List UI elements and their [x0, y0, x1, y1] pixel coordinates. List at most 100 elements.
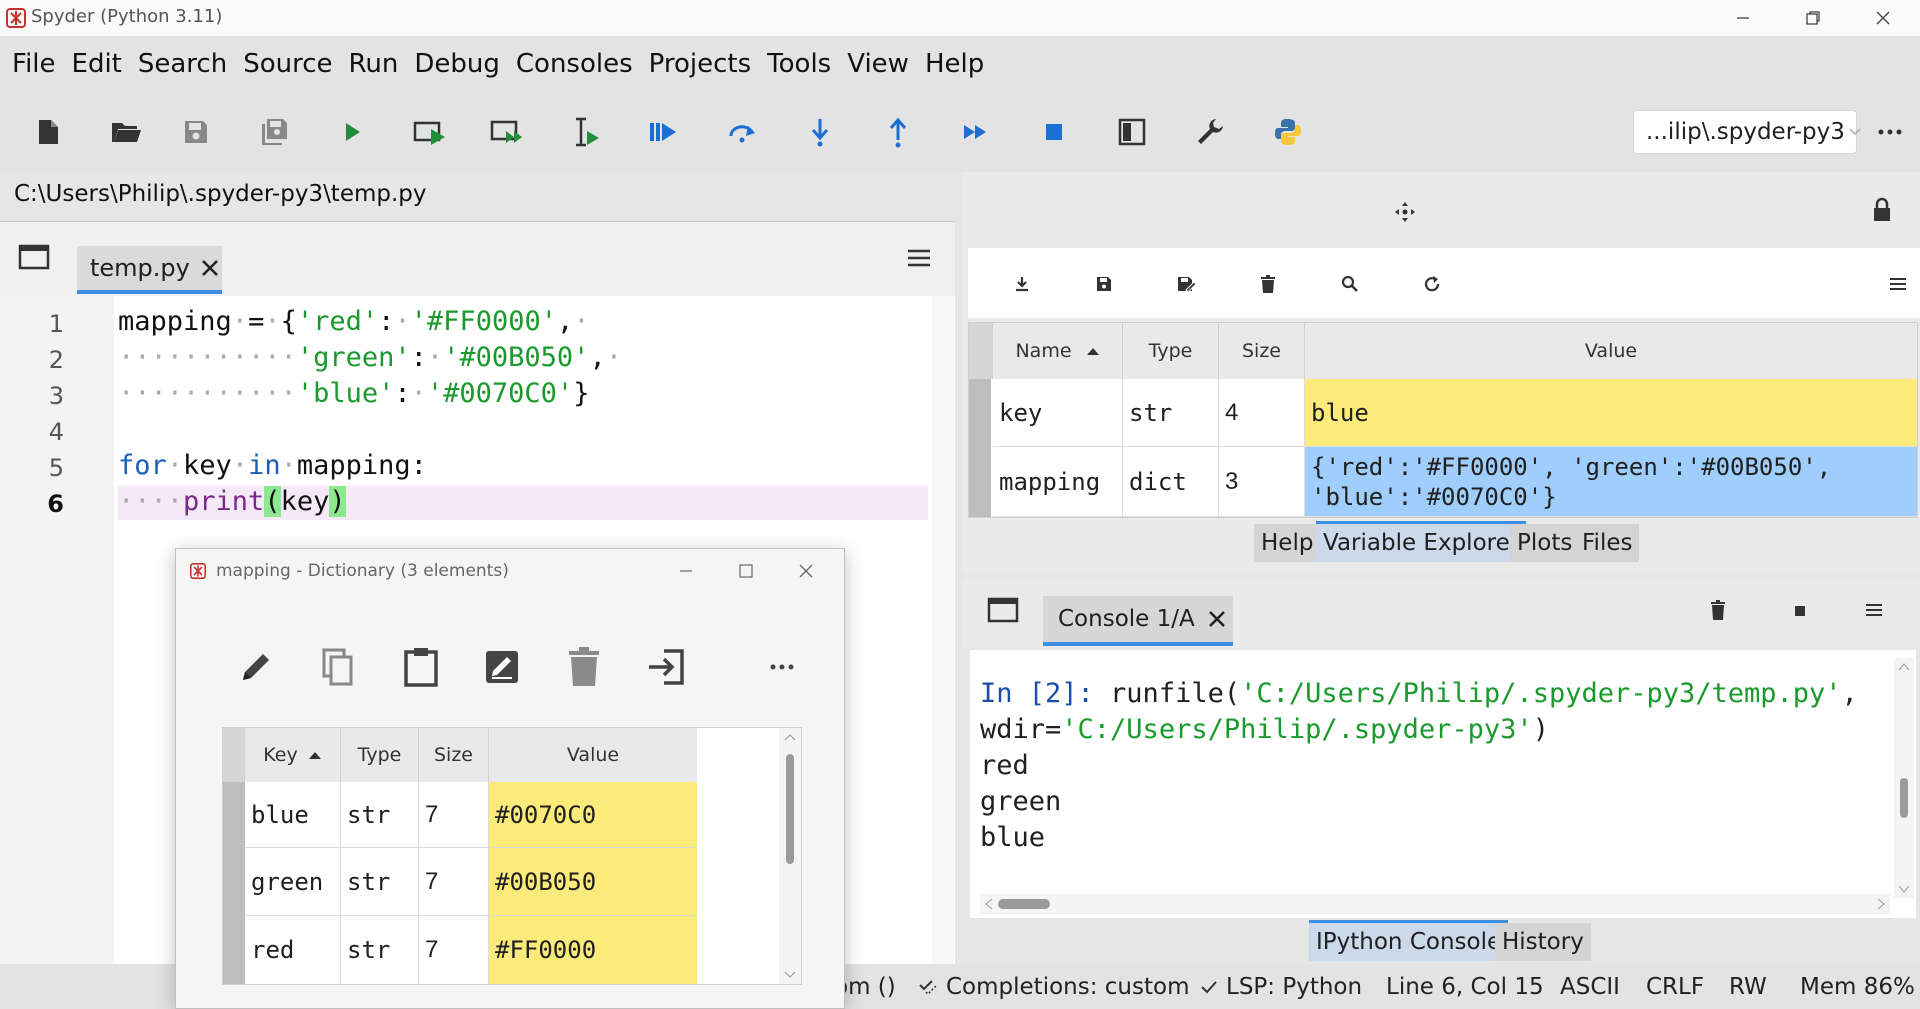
browse-tabs-button[interactable] [18, 244, 50, 270]
save-all-button[interactable] [244, 102, 304, 162]
tab-ipython-console[interactable]: IPython Console [1309, 920, 1509, 961]
save-data-button[interactable] [1086, 266, 1122, 302]
preferences-button[interactable] [1180, 102, 1240, 162]
dict-value[interactable]: #0070C0 [489, 782, 697, 848]
import-data-button[interactable] [1004, 266, 1040, 302]
interrupt-kernel-button[interactable] [1794, 605, 1806, 617]
menu-help[interactable]: Help [917, 49, 992, 79]
ipython-console[interactable]: In [2]: runfile('C:/Users/Philip/.spyder… [970, 650, 1916, 918]
row-selector[interactable] [223, 916, 245, 984]
menu-tools[interactable]: Tools [759, 49, 839, 79]
working-directory-combo[interactable]: ...ilip\.spyder-py3 [1633, 110, 1857, 154]
debug-file-button[interactable] [634, 102, 694, 162]
dict-key[interactable]: red [245, 916, 341, 984]
browse-console-tabs-button[interactable] [987, 597, 1019, 623]
dict-value[interactable]: #FF0000 [489, 916, 697, 984]
column-header-value[interactable]: Value [489, 728, 697, 782]
variable-value[interactable]: blue [1305, 379, 1917, 447]
tab-plots[interactable]: Plots [1510, 524, 1580, 562]
tab-files[interactable]: Files [1575, 524, 1640, 562]
tab-temp-py[interactable]: temp.py [77, 246, 222, 294]
lock-pane-button[interactable] [1871, 197, 1893, 223]
column-header-key[interactable]: Key [245, 728, 341, 782]
copy-button[interactable] [310, 639, 366, 695]
menu-edit[interactable]: Edit [64, 49, 130, 79]
row-selector[interactable] [223, 782, 245, 848]
dialog-close-button[interactable] [776, 549, 836, 593]
dialog-maximize-button[interactable] [716, 549, 776, 593]
run-file-button[interactable] [322, 102, 382, 162]
dialog-more-button[interactable] [754, 639, 810, 695]
paste-button[interactable] [393, 639, 449, 695]
minimize-button[interactable] [1708, 0, 1778, 36]
menu-run[interactable]: Run [341, 49, 407, 79]
column-header-size[interactable]: Size [1219, 323, 1305, 379]
variable-name[interactable]: mapping [993, 447, 1123, 517]
console-horizontal-scrollbar[interactable] [980, 894, 1890, 914]
menu-debug[interactable]: Debug [406, 49, 508, 79]
run-cell-button[interactable] [400, 102, 460, 162]
step-return-button[interactable] [868, 102, 928, 162]
column-header-type[interactable]: Type [1123, 323, 1219, 379]
column-header-value[interactable]: Value [1305, 323, 1917, 379]
toolbar-more-button[interactable] [1868, 114, 1912, 150]
close-tab-icon[interactable] [1207, 609, 1227, 629]
close-window-button[interactable] [1848, 0, 1918, 36]
menu-view[interactable]: View [839, 49, 917, 79]
remove-item-button[interactable] [556, 639, 612, 695]
dict-value[interactable]: #00B050 [489, 848, 697, 916]
stop-debug-button[interactable] [1024, 102, 1084, 162]
step-into-button[interactable] [790, 102, 850, 162]
variable-explorer-options-button[interactable] [1880, 266, 1916, 302]
refresh-variables-button[interactable] [1414, 266, 1450, 302]
tab-help[interactable]: Help [1254, 524, 1321, 562]
column-header-size[interactable]: Size [419, 728, 489, 782]
restore-button[interactable] [1778, 0, 1848, 36]
column-header-type[interactable]: Type [341, 728, 419, 782]
menu-consoles[interactable]: Consoles [508, 49, 641, 79]
open-file-button[interactable] [96, 102, 156, 162]
maximize-pane-button[interactable] [1102, 102, 1162, 162]
dictionary-scrollbar[interactable] [779, 728, 801, 984]
row-selector[interactable] [223, 848, 245, 916]
console-options-button[interactable] [1865, 603, 1883, 617]
clear-console-button[interactable] [1710, 599, 1726, 621]
run-cell-advance-button[interactable] [478, 102, 538, 162]
status-completions-label: Completions: custom [946, 973, 1190, 1000]
step-over-button[interactable] [712, 102, 772, 162]
continue-button[interactable] [946, 102, 1006, 162]
line-number: 3 [48, 382, 64, 410]
tab-console-1a[interactable]: Console 1/A [1043, 596, 1233, 646]
save-data-as-button[interactable] [1168, 266, 1204, 302]
move-pane-handle[interactable] [1393, 200, 1417, 224]
column-header-name[interactable]: Name [993, 323, 1123, 379]
console-vertical-scrollbar[interactable] [1894, 658, 1914, 898]
dict-key[interactable]: green [245, 848, 341, 916]
row-selector[interactable] [969, 447, 991, 517]
new-file-button[interactable] [18, 102, 78, 162]
editor-options-button[interactable] [906, 248, 940, 272]
menu-projects[interactable]: Projects [641, 49, 760, 79]
dialog-minimize-button[interactable] [656, 549, 716, 593]
tab-history[interactable]: History [1495, 923, 1591, 961]
variable-value[interactable]: {'red':'#FF0000', 'green':'#00B050', 'bl… [1305, 447, 1917, 517]
editor-scrollbar[interactable] [932, 296, 954, 964]
dict-key[interactable]: blue [245, 782, 341, 848]
run-selection-button[interactable] [556, 102, 616, 162]
tab-variable-explorer[interactable]: Variable Explorer [1316, 521, 1527, 562]
insert-item-button[interactable] [638, 639, 694, 695]
menu-search[interactable]: Search [130, 49, 235, 79]
variable-name[interactable]: key [993, 379, 1123, 447]
rename-item-button[interactable] [474, 639, 530, 695]
working-directory-dropdown[interactable] [1847, 120, 1863, 144]
search-variables-button[interactable] [1332, 266, 1368, 302]
remove-all-variables-button[interactable] [1250, 266, 1286, 302]
save-file-button[interactable] [166, 102, 226, 162]
pythonpath-manager-button[interactable] [1258, 102, 1318, 162]
row-selector[interactable] [969, 379, 991, 447]
edit-item-button[interactable] [228, 639, 284, 695]
menu-file[interactable]: File [4, 49, 64, 79]
close-tab-icon[interactable] [200, 258, 220, 278]
code-line: ···········'blue':·'#0070C0'} [118, 378, 590, 409]
menu-source[interactable]: Source [235, 49, 340, 79]
